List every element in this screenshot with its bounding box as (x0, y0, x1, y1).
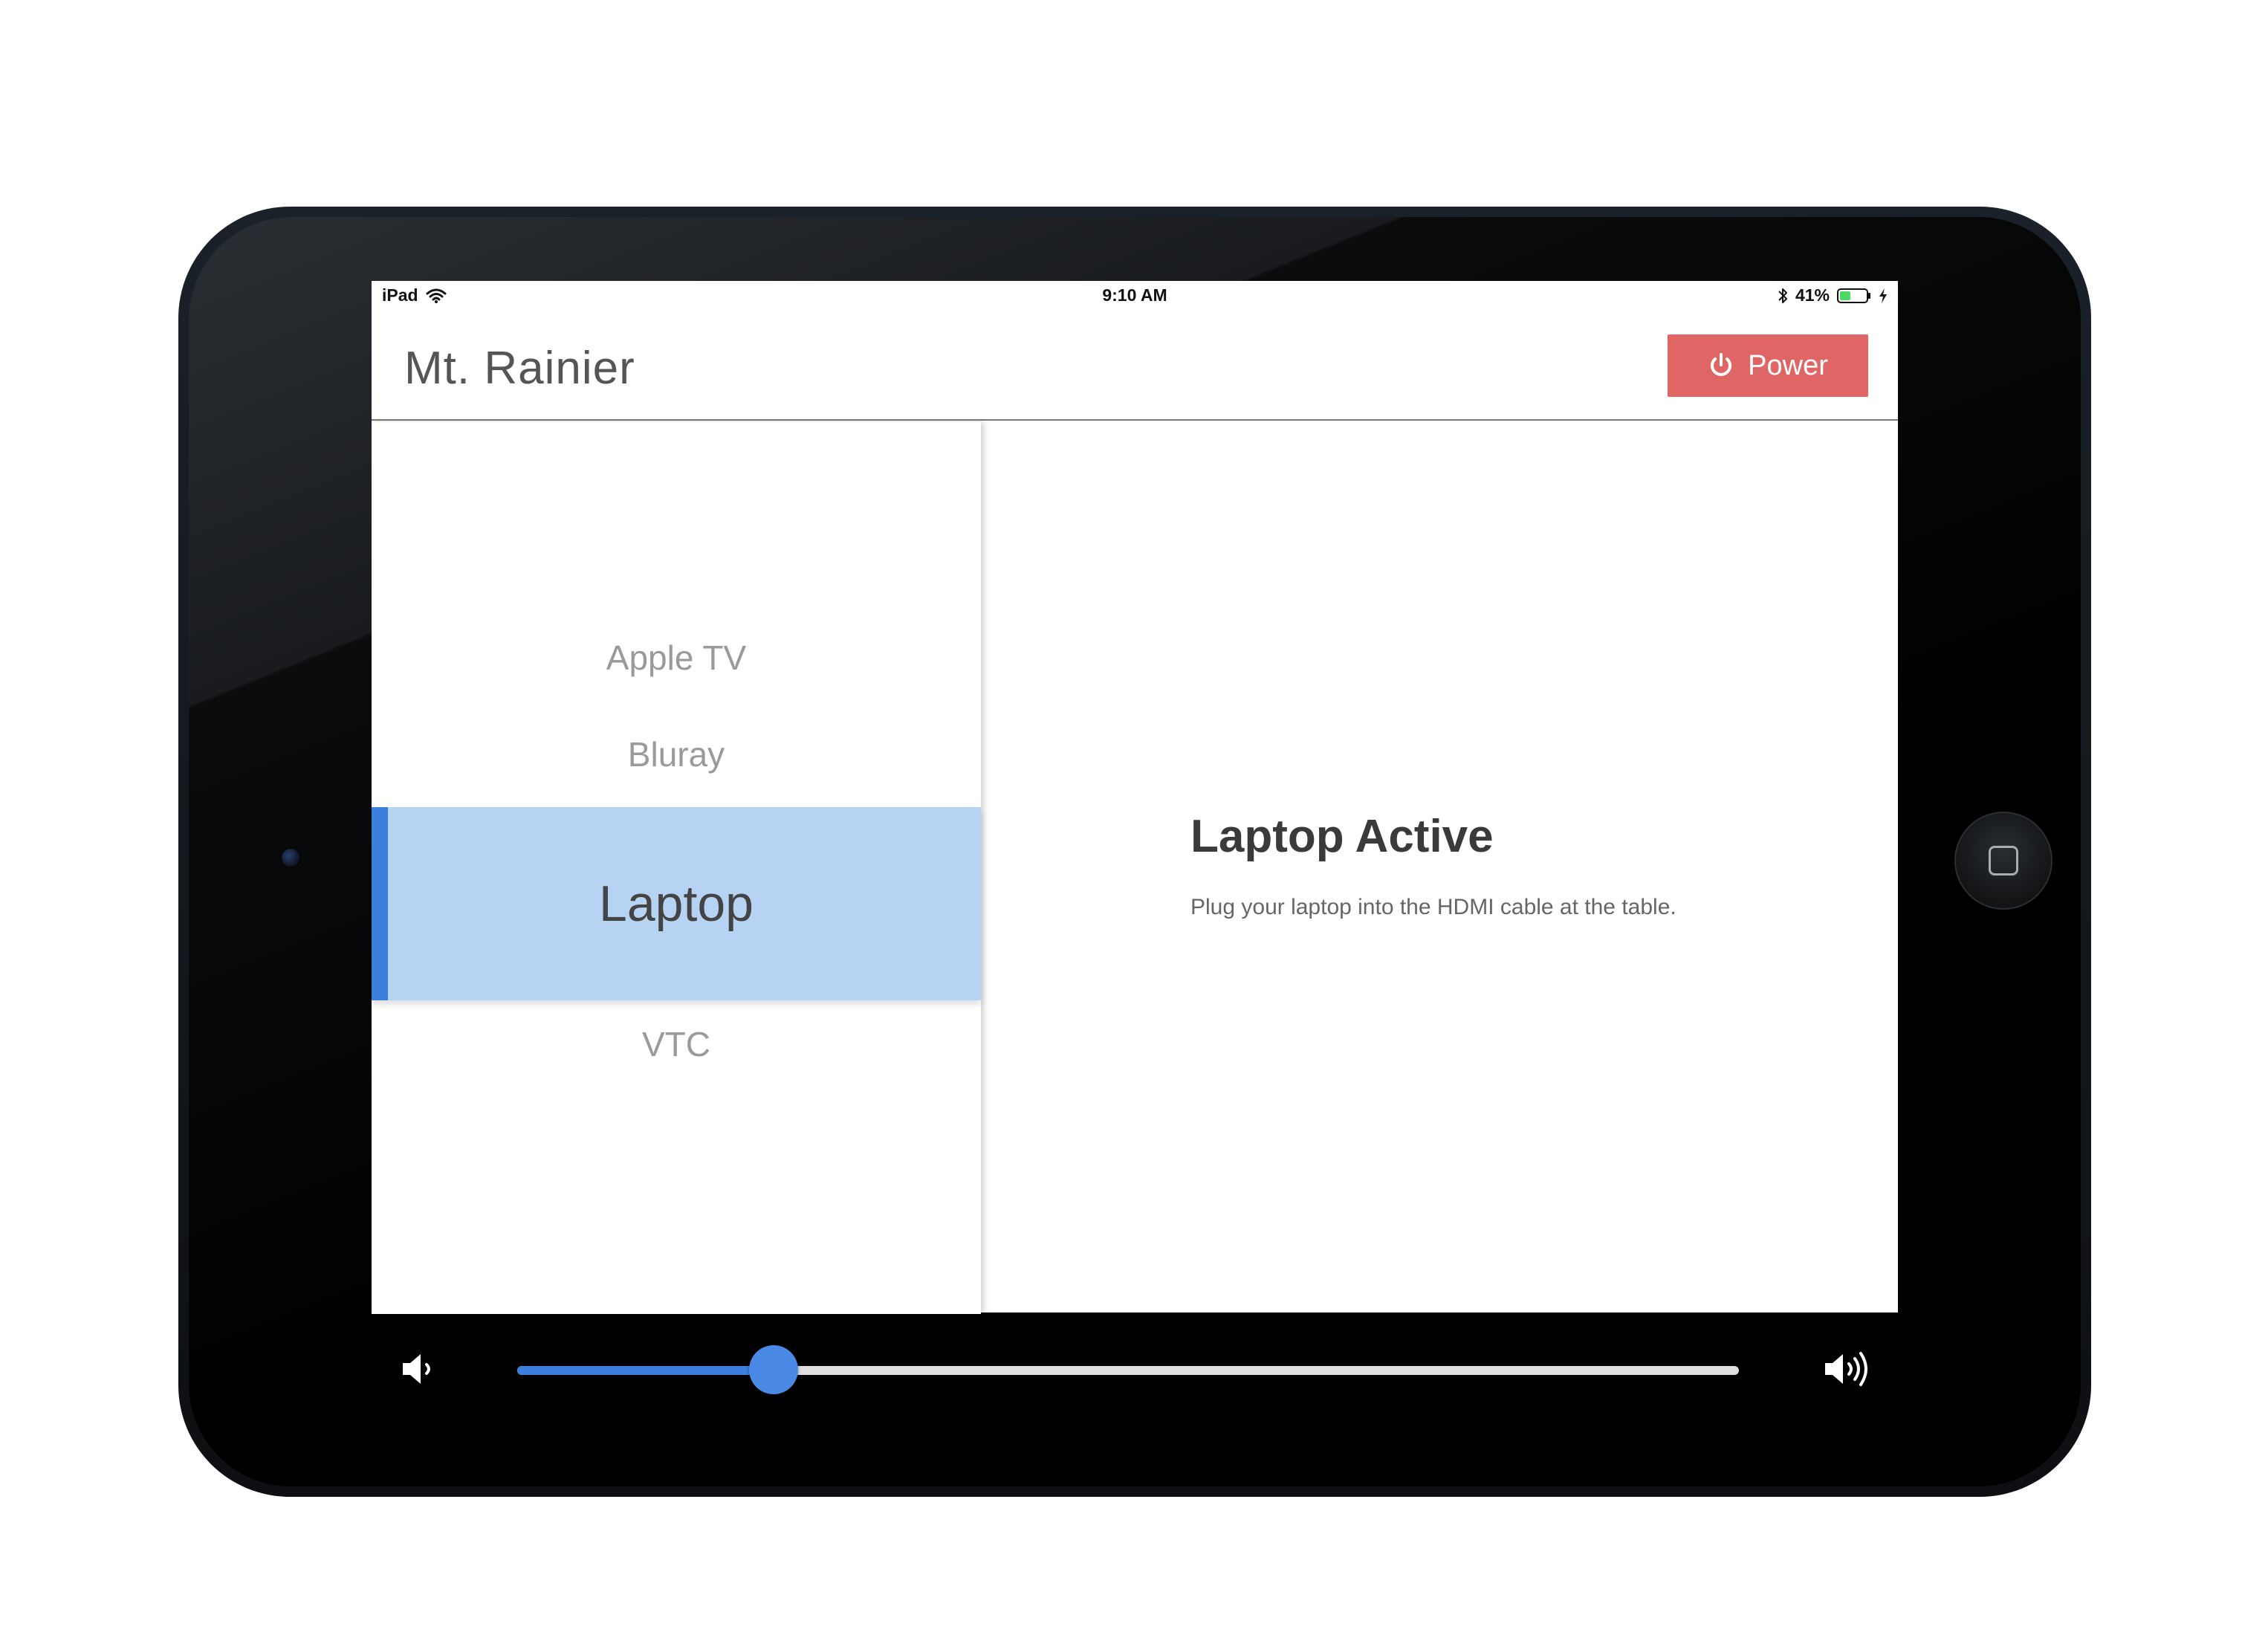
app-header: Mt. Rainier Power (372, 309, 1898, 421)
app-screen: iPad 9:10 AM 41% Mt. Rainier Power Apple… (372, 281, 1898, 1427)
active-source-indicator (372, 807, 388, 1000)
source-item-label: Laptop (599, 875, 754, 932)
status-time: 9:10 AM (1102, 285, 1167, 305)
source-detail-panel: Laptop Active Plug your laptop into the … (982, 422, 1898, 1314)
source-item-bluray[interactable]: Bluray (372, 734, 981, 774)
detail-title: Laptop Active (1190, 811, 1494, 862)
detail-description: Plug your laptop into the HDMI cable at … (1190, 895, 1676, 919)
room-title: Mt. Rainier (404, 343, 635, 394)
power-button-label: Power (1748, 349, 1828, 381)
power-icon (1708, 352, 1734, 379)
source-item-apple-tv[interactable]: Apple TV (372, 638, 981, 678)
source-list: Apple TV Bluray Laptop VTC (372, 422, 981, 1314)
charging-bolt-icon (1879, 288, 1888, 304)
source-item-laptop[interactable]: Laptop (372, 807, 981, 1000)
front-camera (280, 847, 301, 868)
status-bar: iPad 9:10 AM 41% (372, 281, 1898, 309)
status-right: 41% (1778, 285, 1888, 305)
volume-bar (372, 1313, 1898, 1427)
home-square-icon (1989, 846, 2018, 875)
bluetooth-icon (1778, 287, 1788, 305)
volume-slider-thumb[interactable] (749, 1345, 799, 1394)
battery-icon (1837, 288, 1871, 304)
volume-slider-fill (517, 1366, 774, 1375)
source-item-vtc[interactable]: VTC (372, 1024, 981, 1064)
power-button[interactable]: Power (1668, 334, 1868, 397)
home-button[interactable] (1954, 812, 2052, 910)
volume-up-icon[interactable] (1822, 1348, 1871, 1390)
volume-down-icon[interactable] (400, 1348, 437, 1390)
volume-slider[interactable] (517, 1345, 1739, 1394)
battery-percent: 41% (1795, 285, 1830, 305)
